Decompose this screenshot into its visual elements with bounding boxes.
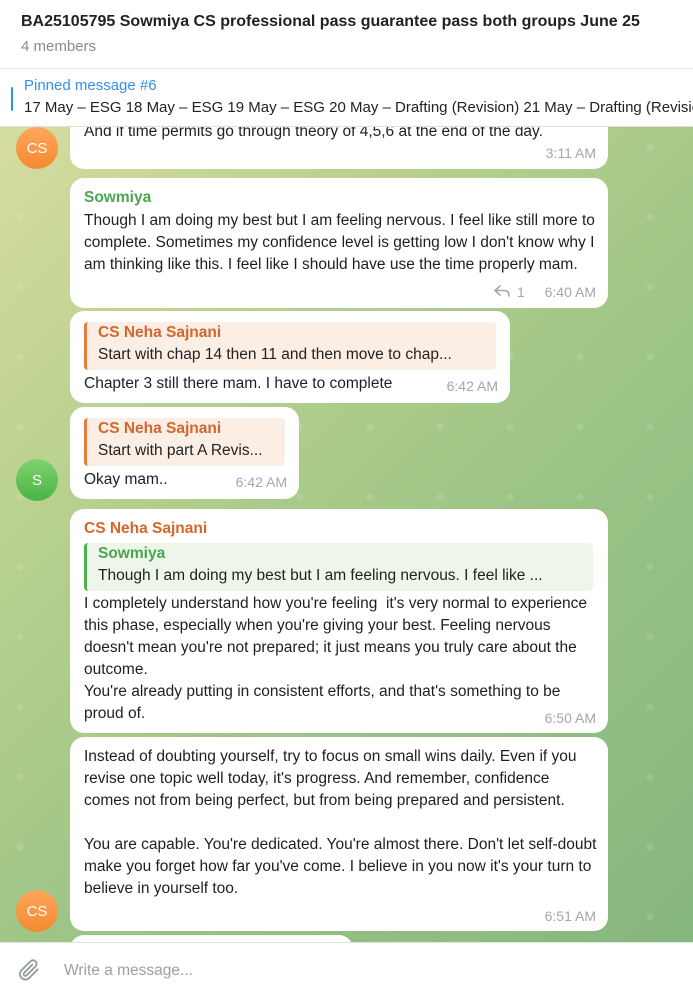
pinned-indicator <box>11 87 13 111</box>
message-composer <box>0 942 693 997</box>
message-text: And if time permits go through theory of… <box>84 127 543 140</box>
message-bubble[interactable] <box>70 935 353 942</box>
pinned-label: Pinned message #6 <box>24 77 157 94</box>
pinned-message-bar[interactable]: Pinned message #6 17 May – ESG 18 May – … <box>0 69 693 127</box>
quote-text: Start with part A Revis... <box>98 442 263 459</box>
message-text: Okay mam.. <box>84 471 168 488</box>
avatar[interactable]: CS <box>16 127 58 169</box>
reply-arrow-icon <box>494 285 510 297</box>
message-bubble[interactable]: CS Neha Sajnani Start with chap 14 then … <box>70 311 510 403</box>
message-bubble[interactable]: Instead of doubting yourself, try to foc… <box>70 737 608 931</box>
quote-author: CS Neha Sajnani <box>98 324 222 341</box>
message-text: Though I am doing my best but I am feeli… <box>84 212 600 273</box>
message-time: 6:40 AM <box>544 284 596 300</box>
reply-quote[interactable]: CS Neha Sajnani Start with chap 14 then … <box>84 322 496 370</box>
chat-area[interactable]: And if time permits go through theory of… <box>0 127 693 942</box>
reply-quote[interactable]: CS Neha Sajnani Start with part A Revis.… <box>84 418 285 466</box>
message-text: Chapter 3 still there mam. I have to com… <box>84 375 393 392</box>
message-bubble[interactable]: And if time permits go through theory of… <box>70 127 608 169</box>
avatar[interactable]: S <box>16 459 58 501</box>
avatar[interactable]: CS <box>16 890 58 932</box>
message-time: 6:50 AM <box>544 710 596 726</box>
message-text: I completely understand how you're feeli… <box>84 595 588 722</box>
message-bubble[interactable]: Sowmiya Though I am doing my best but I … <box>70 178 608 308</box>
message-text: Instead of doubting yourself, try to foc… <box>84 748 597 897</box>
sender-name: Sowmiya <box>84 189 152 206</box>
chat-title: BA25105795 Sowmiya CS professional pass … <box>21 13 640 30</box>
reply-quote[interactable]: Sowmiya Though I am doing my best but I … <box>84 543 593 591</box>
paperclip-icon[interactable] <box>16 957 42 983</box>
quote-author: CS Neha Sajnani <box>98 420 222 437</box>
reply-count: 1 <box>517 284 525 300</box>
member-count: 4 members <box>21 38 97 55</box>
chat-header[interactable]: BA25105795 Sowmiya CS professional pass … <box>0 0 693 69</box>
quote-author: Sowmiya <box>98 545 166 562</box>
message-time: 6:42 AM <box>446 378 498 394</box>
quote-text: Start with chap 14 then 11 and then move… <box>98 346 452 363</box>
message-time: 3:11 AM <box>545 145 596 161</box>
message-time: 6:42 AM <box>235 474 287 490</box>
message-input[interactable] <box>64 959 664 983</box>
pinned-text: 17 May – ESG 18 May – ESG 19 May – ESG 2… <box>24 99 693 116</box>
message-bubble[interactable]: CS Neha Sajnani Start with part A Revis.… <box>70 407 299 499</box>
sender-name: CS Neha Sajnani <box>84 520 208 537</box>
message-time: 6:51 AM <box>544 908 596 924</box>
message-bubble[interactable]: CS Neha Sajnani Sowmiya Though I am doin… <box>70 509 608 733</box>
quote-text: Though I am doing my best but I am feeli… <box>98 567 543 584</box>
